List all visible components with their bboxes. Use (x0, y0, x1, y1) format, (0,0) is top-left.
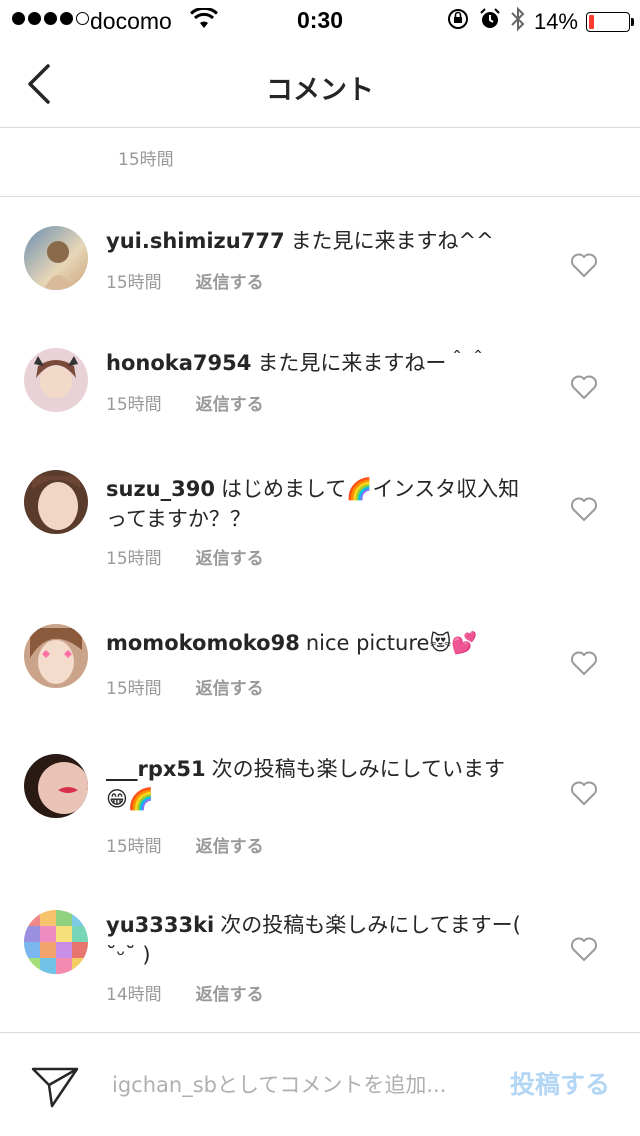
comment-username[interactable]: yui.shimizu777 (106, 229, 285, 253)
comment-text: nice picture😻💕 (305, 631, 478, 655)
comment-time: 15時間 (106, 395, 162, 415)
reply-button[interactable]: 返信する (196, 674, 264, 699)
comment-username[interactable]: ___rpx51 (106, 757, 206, 781)
battery-percent: 14% (533, 9, 578, 34)
comment-time: 15時間 (106, 837, 162, 857)
comment-time: 14時間 (106, 985, 162, 1005)
navigation-bar: コメント (0, 40, 640, 128)
comment-composer: 投稿する (0, 1032, 640, 1136)
reply-button[interactable]: 返信する (196, 980, 264, 1005)
comment-time: 15時間 (106, 273, 162, 293)
reply-button[interactable]: 返信する (196, 544, 264, 569)
comment-username[interactable]: suzu_390 (106, 477, 215, 501)
status-bar: docomo 0:30 14% (0, 0, 640, 40)
like-heart-icon[interactable] (570, 252, 598, 278)
avatar[interactable] (24, 470, 88, 534)
previous-comment-fragment: 15時間 (0, 129, 640, 197)
page-title: コメント (266, 75, 374, 106)
reply-button[interactable]: 返信する (196, 268, 264, 293)
like-heart-icon[interactable] (570, 780, 598, 806)
reply-button[interactable]: 返信する (196, 832, 264, 857)
orientation-lock-icon (446, 7, 470, 37)
comment-username[interactable]: yu3333ki (106, 913, 214, 937)
comment-time: 15時間 (118, 150, 174, 170)
like-heart-icon[interactable] (570, 650, 598, 676)
avatar[interactable] (24, 910, 88, 974)
direct-send-icon[interactable] (30, 1063, 80, 1109)
like-heart-icon[interactable] (570, 936, 598, 962)
comment-time: 15時間 (106, 679, 162, 699)
comment-text: また見に来ますねー＾＾ (257, 351, 489, 375)
like-heart-icon[interactable] (570, 374, 598, 400)
comment-username[interactable]: honoka7954 (106, 351, 251, 375)
avatar[interactable] (24, 624, 88, 688)
bluetooth-icon (510, 6, 526, 38)
avatar[interactable] (24, 226, 88, 290)
alarm-icon (478, 7, 502, 37)
like-heart-icon[interactable] (570, 496, 598, 522)
comment-username[interactable]: momokomoko98 (106, 631, 300, 655)
battery-icon (586, 12, 634, 32)
comment-time: 15時間 (106, 549, 162, 569)
comment-text: また見に来ますね^^ (290, 229, 494, 253)
avatar[interactable] (24, 754, 88, 818)
post-button[interactable]: 投稿する (510, 1065, 610, 1101)
avatar[interactable] (24, 348, 88, 412)
reply-button[interactable]: 返信する (196, 390, 264, 415)
comment-input[interactable] (112, 1067, 482, 1103)
